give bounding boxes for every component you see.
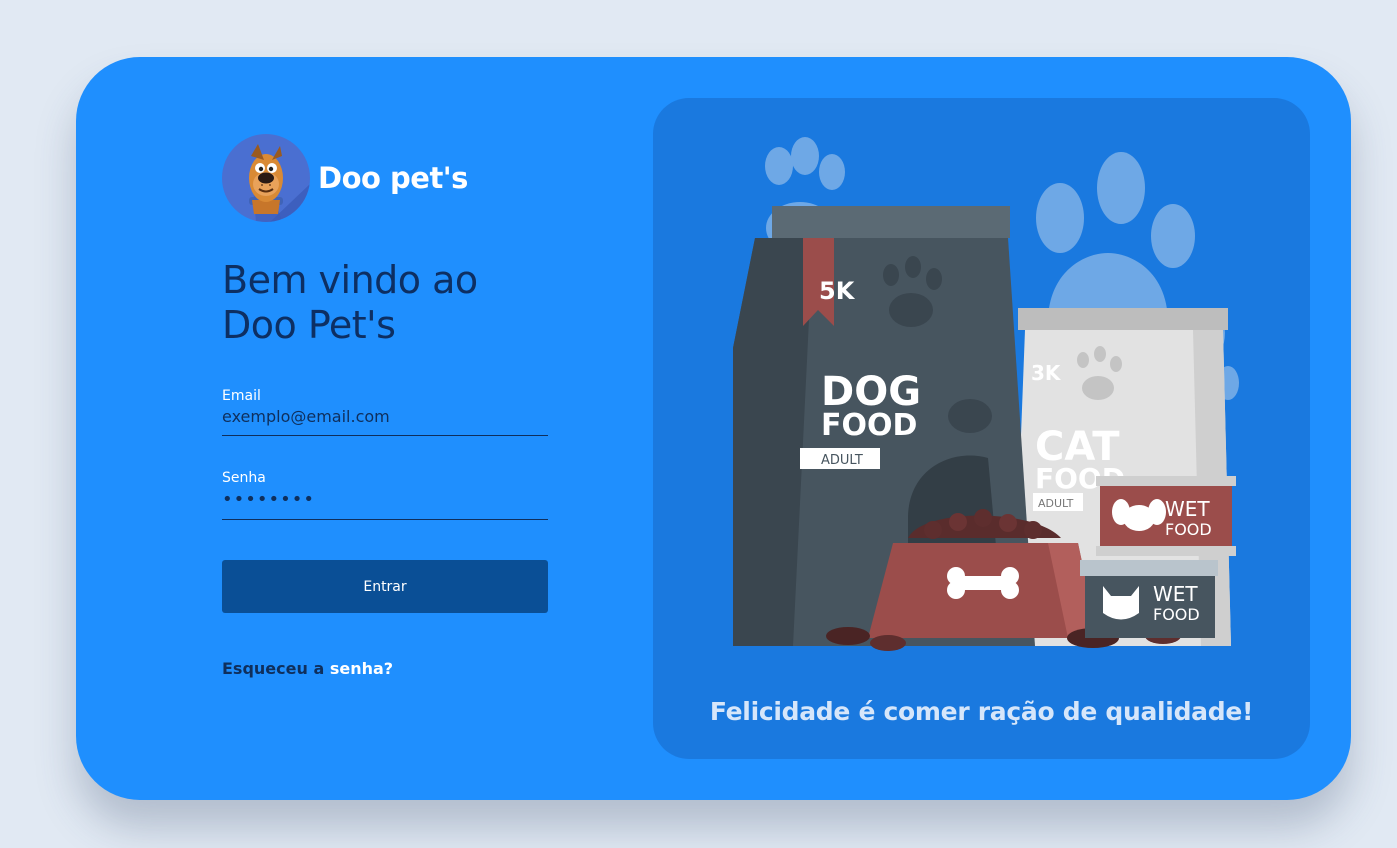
brand: Doo pet's	[222, 134, 552, 222]
dog-bag-line2: FOOD	[821, 408, 917, 443]
forgot-password-link[interactable]: senha?	[330, 659, 393, 678]
page-title: Bem vindo ao Doo Pet's	[222, 258, 552, 348]
email-field[interactable]	[222, 405, 548, 436]
dog-mascot-icon	[222, 134, 310, 222]
wet-food-can-top: WET FOOD	[1096, 476, 1236, 556]
can-bottom-line2: FOOD	[1153, 605, 1200, 624]
login-card: Doo pet's Bem vindo ao Doo Pet's Email S…	[76, 57, 1351, 800]
pet-food-illustration: 3K CAT FOOD ADULT 5K DOG FOOD ADULT WET …	[733, 137, 1239, 651]
login-panel: Doo pet's Bem vindo ao Doo Pet's Email S…	[222, 134, 552, 678]
promo-panel: 3K CAT FOOD ADULT 5K DOG FOOD ADULT WET …	[653, 98, 1310, 759]
login-button[interactable]: Entrar	[222, 560, 548, 613]
email-field-group: Email	[222, 388, 552, 436]
dog-bag-weight: 5K	[819, 277, 856, 305]
can-top-line2: FOOD	[1165, 520, 1212, 539]
welcome-line-1: Bem vindo ao	[222, 258, 478, 302]
promo-tagline: Felicidade é comer ração de qualidade!	[709, 697, 1254, 726]
can-top-line1: WET	[1165, 497, 1210, 521]
cat-bag-weight: 3K	[1031, 361, 1062, 385]
can-bottom-line1: WET	[1153, 582, 1198, 606]
forgot-password: Esqueceu a senha?	[222, 659, 552, 678]
password-label: Senha	[222, 470, 266, 486]
password-field[interactable]	[222, 487, 548, 520]
wet-food-can-bottom: WET FOOD	[1080, 560, 1218, 638]
cat-bag-tag: ADULT	[1038, 497, 1074, 510]
welcome-line-2: Doo Pet's	[222, 303, 396, 347]
forgot-password-text: Esqueceu a	[222, 659, 330, 678]
dog-bag-tag: ADULT	[821, 453, 863, 468]
email-label: Email	[222, 388, 261, 404]
password-field-group: Senha	[222, 470, 552, 520]
brand-name: Doo pet's	[318, 161, 468, 195]
